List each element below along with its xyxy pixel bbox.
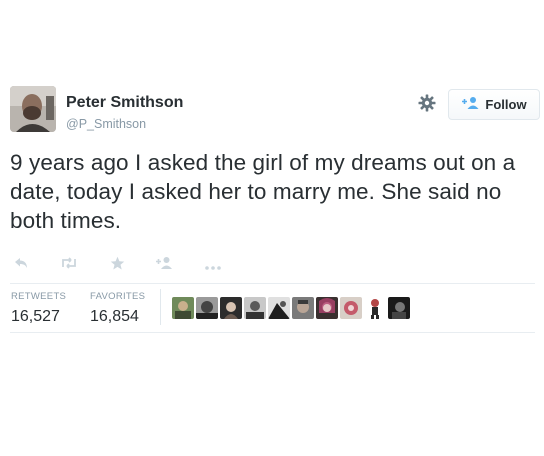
follow-person-plus-icon [461,96,481,113]
favoriter-avatar[interactable] [340,297,362,319]
favoriter-avatar[interactable] [316,297,338,319]
favoriter-avatar[interactable] [268,297,290,319]
divider [160,289,161,325]
favorites-count[interactable]: 16,854 [90,308,139,326]
favoriter-avatar[interactable] [196,297,218,319]
retweets-count[interactable]: 16,527 [11,308,60,326]
favorite-star-icon[interactable] [110,256,125,276]
follow-button-label: Follow [485,97,527,112]
tweet-text: 9 years ago I asked the girl of my dream… [10,150,516,233]
follow-plus-icon[interactable] [155,256,173,275]
favoriter-avatar[interactable] [244,297,266,319]
user-handle[interactable]: @P_Smithson [66,117,146,131]
retweets-label: RETWEETS [11,291,67,302]
favoriter-avatar[interactable] [292,297,314,319]
divider [10,332,535,333]
follow-button[interactable]: Follow [448,89,540,120]
user-display-name[interactable]: Peter Smithson [66,94,183,112]
gear-icon[interactable] [418,94,436,112]
divider [10,283,535,284]
favoriter-avatar[interactable] [220,297,242,319]
favoriter-avatar[interactable] [172,297,194,319]
favoriter-avatar[interactable] [388,297,410,319]
retweet-icon[interactable] [60,256,78,275]
more-dots-icon[interactable] [204,259,222,277]
favorites-label: FAVORITES [90,291,146,302]
avatar[interactable] [10,86,56,132]
favoriter-avatar[interactable] [364,297,386,319]
reply-icon[interactable] [14,256,28,275]
